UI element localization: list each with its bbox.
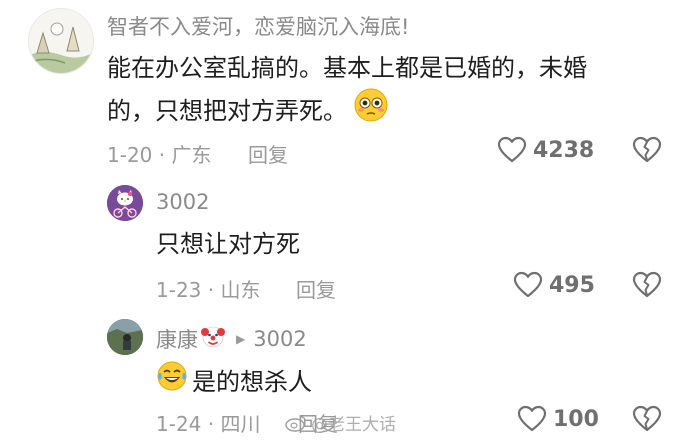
comment-text: 只想让对方死 xyxy=(156,230,300,258)
username-row: 康康 ▶ 3002 xyxy=(156,323,307,354)
landscape-sketch-avatar-icon xyxy=(29,9,93,73)
reply-button[interactable]: 回复 xyxy=(296,274,336,303)
like-count: 495 xyxy=(549,272,595,298)
avatar[interactable] xyxy=(107,185,143,221)
hello-kitty-bike-avatar-icon xyxy=(107,185,143,221)
watermark-text: @老王大话 xyxy=(311,415,396,435)
reply-to-username[interactable]: 3002 xyxy=(253,327,306,351)
crying-laughing-emoji-icon xyxy=(156,360,188,403)
dislike-button[interactable] xyxy=(632,136,662,168)
heart-outline-icon xyxy=(517,405,547,432)
comment-text-line: 的，只想把对方弄死。 xyxy=(107,96,347,125)
username[interactable]: 3002 xyxy=(156,190,209,214)
reply-button[interactable]: 回复 xyxy=(248,139,288,168)
dislike-button[interactable] xyxy=(632,271,662,303)
comment-text: 能在办公室乱搞的。基本上都是已婚的，未婚 的，只想把对方弄死。 xyxy=(107,49,677,134)
comment-item: 智者不入爱河，恋爱脑沉入海底! 能在办公室乱搞的。基本上都是已婚的，未婚 的，只… xyxy=(0,0,690,170)
avatar[interactable] xyxy=(107,319,143,355)
like-count: 100 xyxy=(553,406,599,432)
avatar[interactable] xyxy=(28,8,94,74)
like-button[interactable]: 4238 xyxy=(497,136,594,164)
flushed-face-emoji-icon xyxy=(353,87,389,134)
reply-item: 3002 只想让对方死 1-23 · 山东 回复 495 xyxy=(0,170,690,302)
weibo-logo-icon xyxy=(285,415,306,432)
broken-heart-icon xyxy=(632,271,662,298)
username[interactable]: 智者不入爱河，恋爱脑沉入海底! xyxy=(107,11,409,41)
photo-avatar-icon xyxy=(107,319,143,355)
heart-outline-icon xyxy=(513,271,543,298)
comment-meta: 1-20 · 广东 xyxy=(107,143,212,167)
clown-face-emoji-icon xyxy=(200,323,226,354)
comment-text-body: 是的想杀人 xyxy=(192,367,312,396)
broken-heart-icon xyxy=(632,405,662,432)
comment-meta: 1-23 · 山东 xyxy=(156,278,261,302)
comment-text: 是的想杀人 xyxy=(156,360,312,403)
comment-meta: 1-24 · 四川 xyxy=(156,412,261,436)
like-count: 4238 xyxy=(533,137,595,163)
username[interactable]: 康康 xyxy=(156,324,198,354)
dislike-button[interactable] xyxy=(632,405,662,437)
comment-text-line-wrap: 的，只想把对方弄死。 xyxy=(107,87,677,134)
comment-text-line: 能在办公室乱搞的。基本上都是已婚的，未婚 xyxy=(107,54,587,82)
heart-outline-icon xyxy=(497,136,527,163)
watermark: @老王大话 xyxy=(285,410,396,435)
like-button[interactable]: 100 xyxy=(517,405,599,433)
broken-heart-icon xyxy=(632,136,662,163)
reply-arrow-icon: ▶ xyxy=(236,331,246,346)
like-button[interactable]: 495 xyxy=(513,271,595,299)
